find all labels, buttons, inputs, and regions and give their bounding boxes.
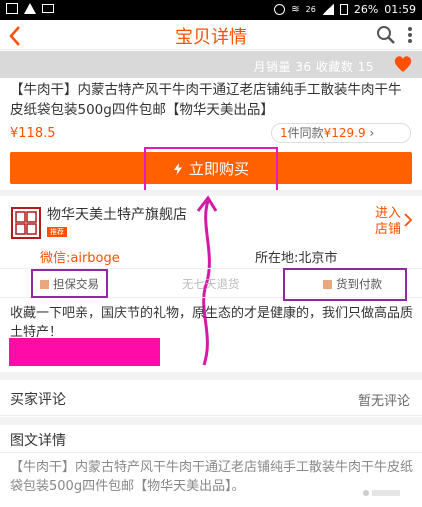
network-label: 26 [305, 5, 316, 14]
shop-logo[interactable] [11, 207, 41, 239]
nav-bar: 宝贝详情 [0, 20, 422, 50]
reviews-status: 暂无评论 [357, 394, 410, 409]
sales-stats: 月销量 36 收藏数 15 [253, 60, 374, 74]
enter-shop-button[interactable]: 进入店铺 [373, 206, 403, 238]
annotation-highlight-box [283, 268, 407, 301]
shop-badge: 推荐 [47, 227, 67, 237]
warning-icon [24, 3, 36, 14]
section-divider [0, 372, 422, 380]
product-price: ¥118.5 [10, 126, 56, 141]
same-items-button[interactable]: 1件同款¥129.9 › [271, 123, 411, 143]
favorite-button[interactable] [392, 53, 414, 75]
same-count: 1 [280, 126, 288, 140]
wifi-icon: ≋ [291, 4, 300, 15]
redaction-mask [9, 338, 160, 366]
battery-icon [339, 4, 348, 15]
details-text: 【牛肉干】内蒙古特产风干牛肉干通辽老店铺纯手工散装牛肉干牛皮纸袋包装500g四件… [10, 460, 414, 494]
shop-name[interactable]: 物华天美土特产旗舰店 [47, 204, 187, 224]
same-price: ¥129.9 [323, 126, 366, 140]
search-button[interactable] [376, 25, 396, 45]
chevron-right-icon: › [369, 126, 375, 140]
shop-wechat: 微信:airboge [40, 251, 120, 266]
same-text: 件同款 [287, 126, 324, 140]
chevron-right-icon [404, 213, 413, 227]
more-vertical-icon [408, 27, 412, 43]
alarm-icon [274, 4, 286, 15]
shop-seal-icon [15, 211, 37, 235]
app-notification-icon [6, 3, 18, 14]
annotation-highlight-box [144, 147, 278, 193]
product-title: 【牛肉干】内蒙古特产风干牛肉干通辽老店铺纯手工散装牛肉干牛皮纸袋包装500g四件… [10, 82, 402, 118]
section-divider [0, 417, 422, 425]
battery-percent: 26% [353, 3, 379, 16]
reviews-row[interactable]: 买家评论 暂无评论 [0, 380, 422, 416]
reviews-label: 买家评论 [10, 392, 66, 408]
product-description: 收藏一下吧亲，国庆节的礼物，原生态的才是健康的，我们只做高品质土特产！ [10, 306, 414, 340]
details-label: 图文详情 [10, 433, 66, 449]
annotation-highlight-box [31, 269, 108, 298]
clock: 01:59 [384, 3, 416, 16]
heart-icon [394, 56, 412, 72]
search-icon [377, 26, 395, 44]
service-no-return: 无七天退货 [182, 277, 240, 291]
status-bar: ≋ 26 26% 01:59 [0, 0, 422, 20]
more-button[interactable] [404, 25, 416, 45]
mail-icon [42, 4, 54, 13]
page-title: 宝贝详情 [175, 27, 247, 48]
shop-location: 所在地:北京市 [255, 251, 338, 266]
product-image[interactable]: 月销量 36 收藏数 15 [0, 51, 422, 78]
details-header[interactable]: 图文详情 [0, 425, 422, 453]
signal-icon [321, 4, 334, 15]
watermark-icon [363, 490, 400, 496]
